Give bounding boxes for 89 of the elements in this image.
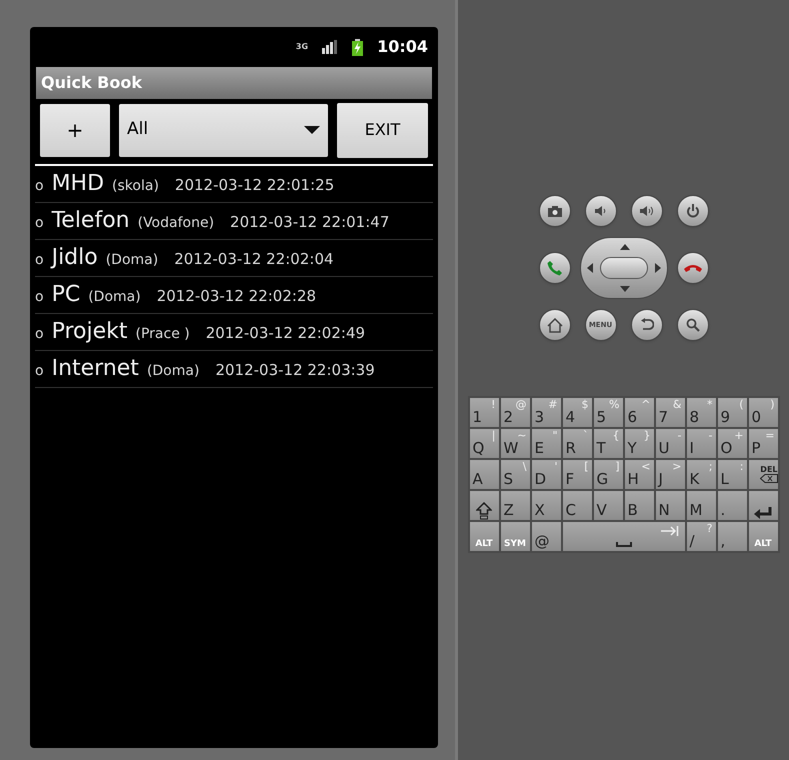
keyboard-key[interactable]: ALT xyxy=(468,521,500,552)
space-key[interactable] xyxy=(562,521,686,552)
dropdown-arrow-icon xyxy=(304,126,320,134)
keyboard-key[interactable]: T { xyxy=(592,428,624,459)
search-button[interactable] xyxy=(676,309,708,341)
back-button[interactable] xyxy=(630,309,662,341)
keyboard-key[interactable]: V xyxy=(592,490,624,521)
down-arrow-icon xyxy=(620,286,630,292)
list-item[interactable]: o Projekt (Prace ) 2012-03-12 22:02:49 xyxy=(35,314,433,351)
keyboard-key[interactable]: G ] xyxy=(592,459,624,490)
battery-charging-icon xyxy=(352,38,364,56)
keyboard-key[interactable]: F [ xyxy=(562,459,592,490)
keyboard-key[interactable]: Y } xyxy=(624,428,654,459)
clock: 10:04 xyxy=(377,36,428,58)
keyboard-key[interactable]: K ; xyxy=(686,459,716,490)
list-item[interactable]: o PC (Doma) 2012-03-12 22:02:28 xyxy=(35,277,433,314)
keyboard-key[interactable]: O + xyxy=(716,428,748,459)
keyboard-key[interactable]: M xyxy=(686,490,716,521)
speaker-icon xyxy=(594,205,608,217)
call-button[interactable] xyxy=(538,252,570,284)
keyboard-key[interactable]: 8 * xyxy=(686,397,716,428)
backspace-icon xyxy=(760,474,778,483)
keyboard-key[interactable]: H < xyxy=(624,459,654,490)
exit-button[interactable]: EXIT xyxy=(337,102,428,158)
keyboard-key[interactable]: , xyxy=(716,521,748,552)
keyboard-key[interactable]: / ? xyxy=(686,521,716,552)
keyboard-key[interactable]: B xyxy=(624,490,654,521)
camera-button[interactable] xyxy=(538,195,570,227)
left-arrow-icon xyxy=(586,263,592,273)
keyboard-key[interactable]: Q | xyxy=(468,428,500,459)
network-type: 3G xyxy=(296,43,308,51)
keyboard-key[interactable]: 5 % xyxy=(592,397,624,428)
search-icon xyxy=(686,318,700,332)
up-arrow-icon xyxy=(620,244,630,250)
keyboard-key[interactable]: U - xyxy=(654,428,686,459)
power-icon xyxy=(686,204,700,218)
space-icon xyxy=(616,542,632,547)
keyboard-key[interactable]: . xyxy=(716,490,748,521)
volume-up-button[interactable] xyxy=(630,195,662,227)
signal-icon xyxy=(322,40,338,54)
tab-arrow-icon xyxy=(660,526,678,536)
keyboard-key[interactable]: W ~ xyxy=(500,428,530,459)
volume-down-button[interactable] xyxy=(584,195,616,227)
speaker-loud-icon xyxy=(638,205,654,217)
end-call-button[interactable] xyxy=(676,252,708,284)
camera-icon xyxy=(548,206,562,216)
keyboard-key[interactable]: 4 $ xyxy=(562,397,592,428)
keyboard-key[interactable]: E " xyxy=(530,428,562,459)
keyboard-key[interactable]: @ xyxy=(530,521,562,552)
keyboard-key[interactable]: 6 ^ xyxy=(624,397,654,428)
keyboard-key[interactable]: P = xyxy=(748,428,778,459)
right-arrow-icon xyxy=(654,263,660,273)
keyboard-key[interactable]: Z xyxy=(500,490,530,521)
keyboard-key[interactable]: L : xyxy=(716,459,748,490)
keyboard-key[interactable]: SYM xyxy=(500,521,530,552)
app-title: Quick Book xyxy=(41,72,142,94)
shift-key[interactable] xyxy=(468,490,500,521)
add-button[interactable]: + xyxy=(40,104,110,156)
keyboard-key[interactable]: R ` xyxy=(562,428,592,459)
filter-dropdown[interactable]: All xyxy=(119,104,328,156)
back-arrow-icon xyxy=(640,318,654,332)
list-item[interactable]: o Telefon (Vodafone) 2012-03-12 22:01:47 xyxy=(35,203,433,240)
phone-icon xyxy=(546,260,562,276)
keyboard-key[interactable]: A xyxy=(468,459,500,490)
house-icon xyxy=(546,318,562,332)
keyboard-key[interactable]: 1 ! xyxy=(468,397,500,428)
enter-icon xyxy=(753,506,773,520)
power-button[interactable] xyxy=(676,195,708,227)
keyboard-key[interactable]: I - xyxy=(686,428,716,459)
shift-icon xyxy=(476,502,492,520)
keyboard-key[interactable]: S \ xyxy=(500,459,530,490)
list-item[interactable]: o MHD (skola) 2012-03-12 22:01:25 xyxy=(35,166,433,203)
list-item[interactable]: o Internet (Doma) 2012-03-12 22:03:39 xyxy=(35,351,433,388)
keyboard-key[interactable]: J > xyxy=(654,459,686,490)
list-item[interactable]: o Jidlo (Doma) 2012-03-12 22:02:04 xyxy=(35,240,433,277)
enter-key[interactable] xyxy=(748,490,778,521)
keyboard-key[interactable]: 3 # xyxy=(530,397,562,428)
keyboard-key[interactable]: C xyxy=(562,490,592,521)
delete-key[interactable]: DEL xyxy=(748,459,778,490)
keyboard-key[interactable]: 9 ( xyxy=(716,397,748,428)
hang-up-icon xyxy=(684,264,702,272)
keyboard-key[interactable]: 0 ) xyxy=(748,397,778,428)
keyboard-key[interactable]: D ' xyxy=(530,459,562,490)
keyboard-key[interactable]: ALT xyxy=(748,521,778,552)
home-button[interactable] xyxy=(538,309,570,341)
keyboard-key[interactable]: 2 @ xyxy=(500,397,530,428)
keyboard-key[interactable]: 7 & xyxy=(654,397,686,428)
keyboard-key[interactable]: N xyxy=(654,490,686,521)
keyboard-key[interactable]: X xyxy=(530,490,562,521)
